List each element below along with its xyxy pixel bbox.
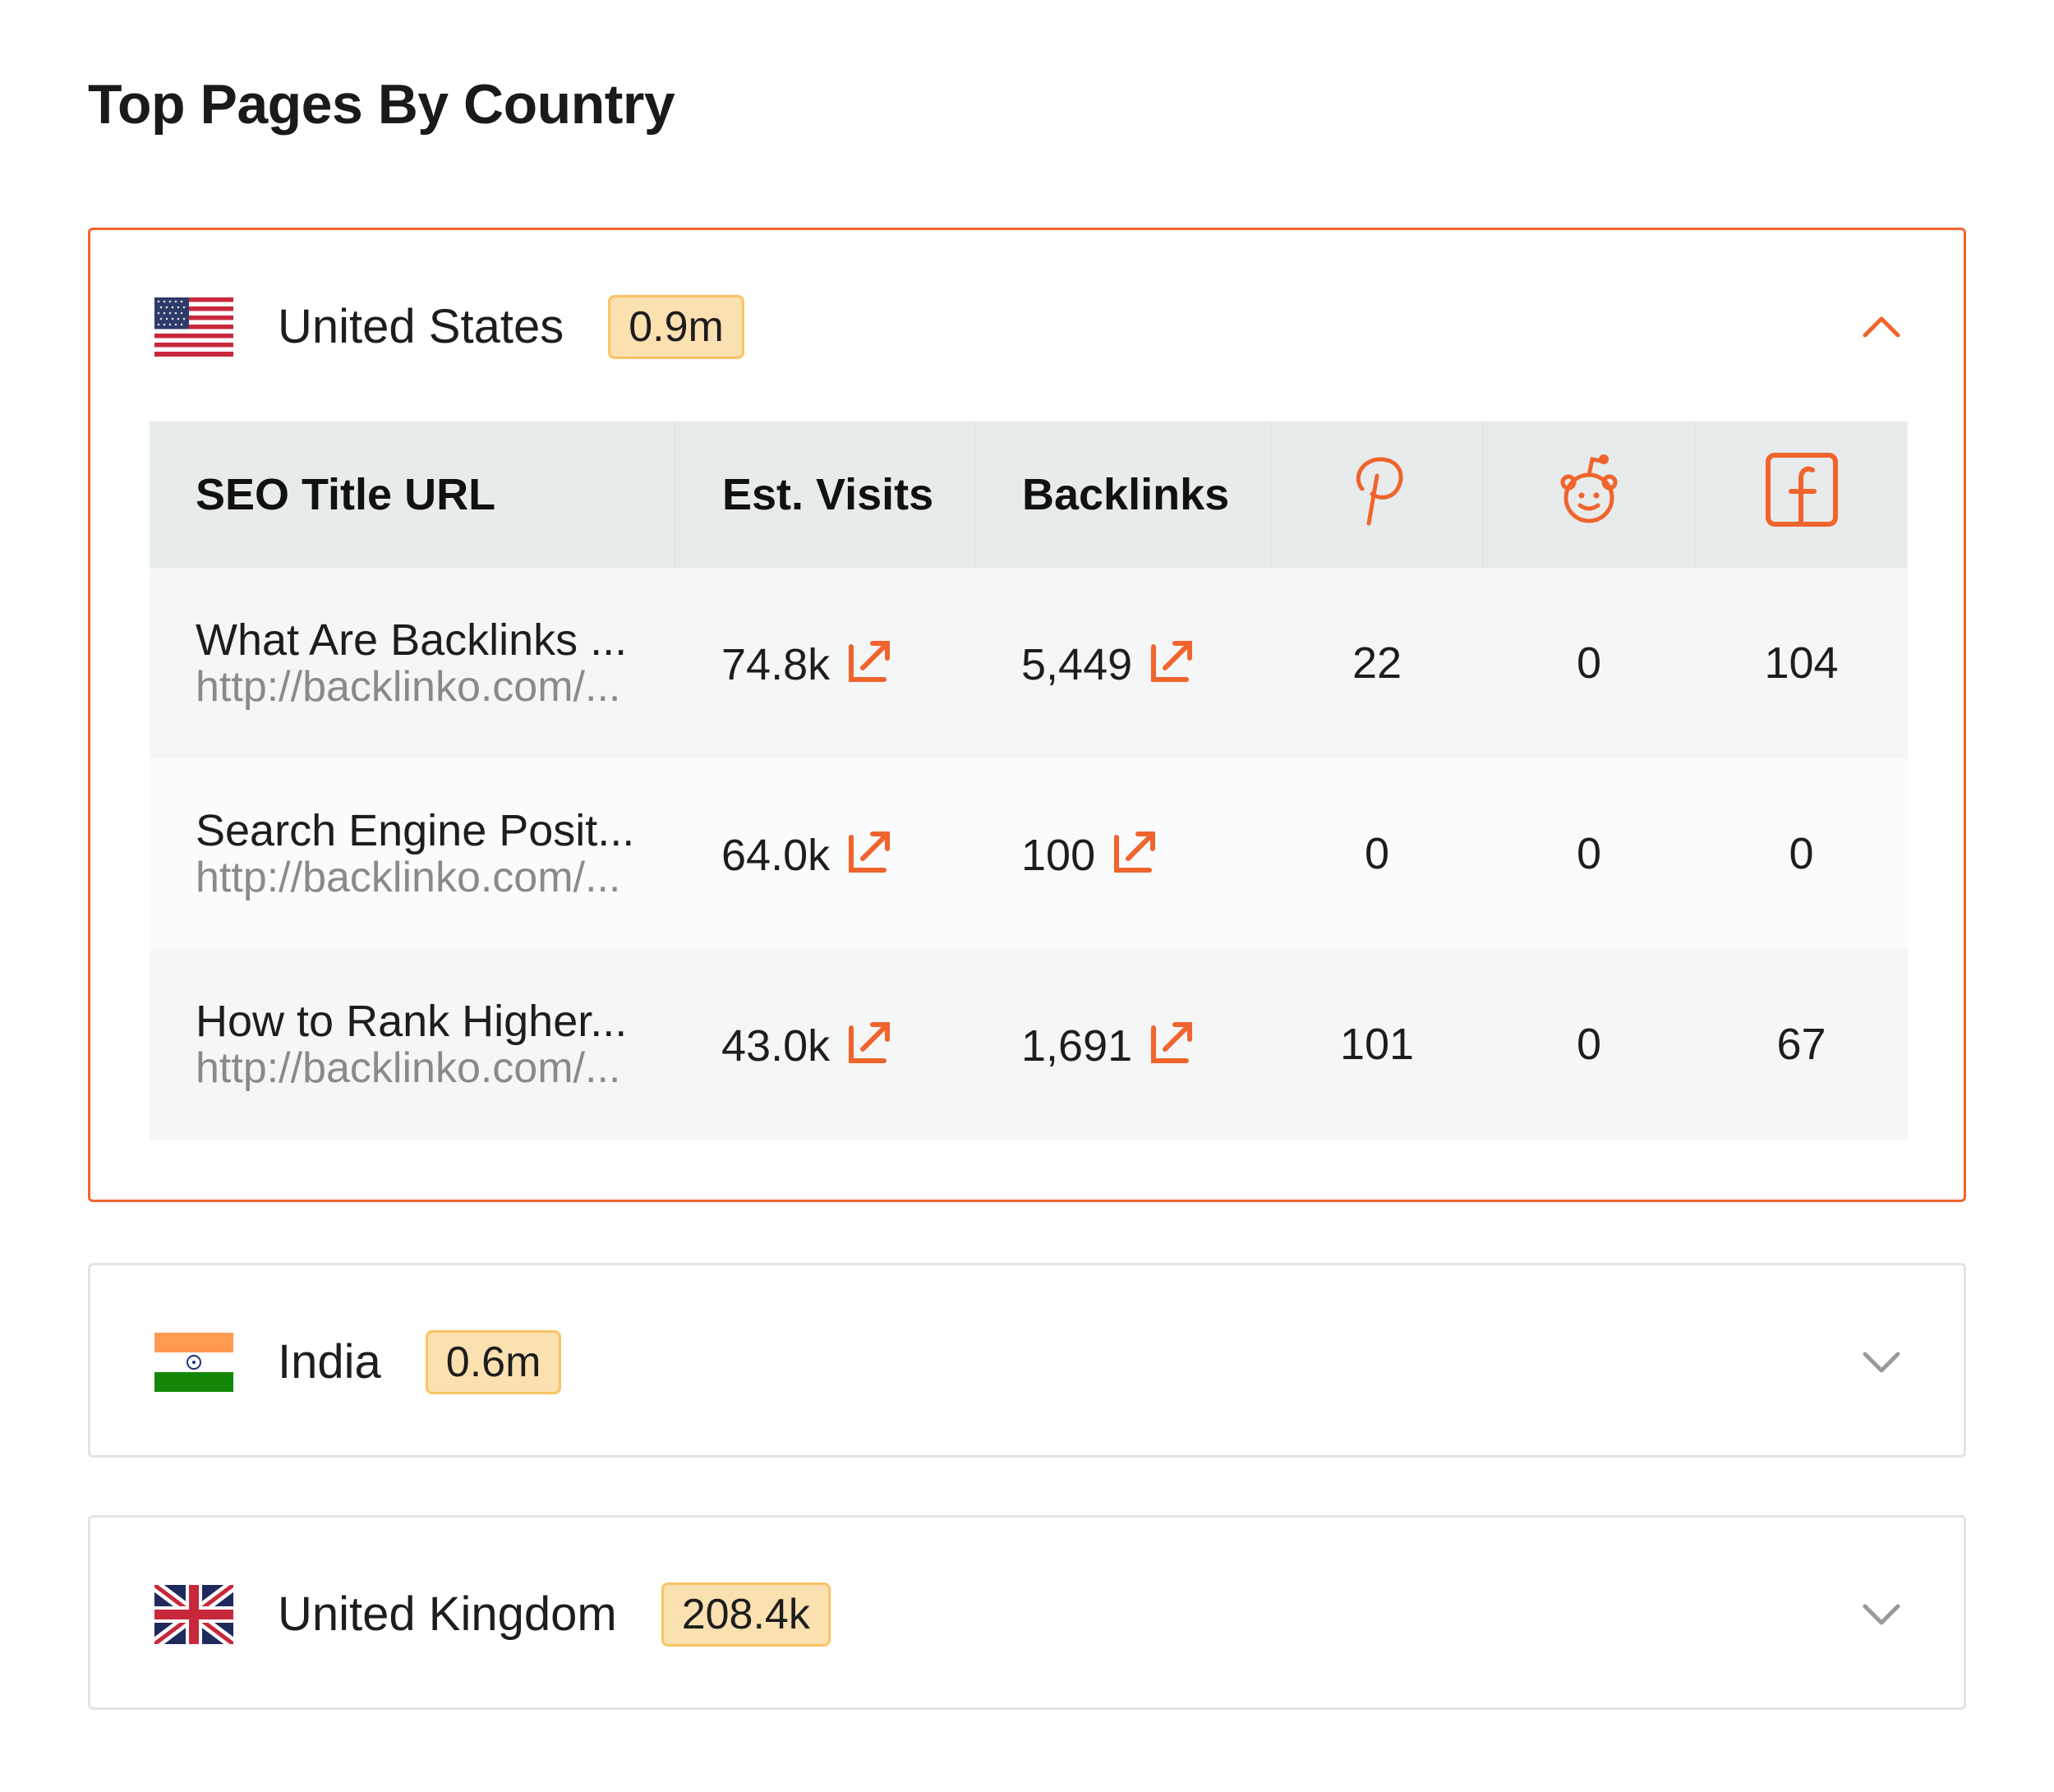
facebook-icon — [1766, 452, 1838, 527]
uk-flag-icon — [154, 1584, 233, 1644]
est-visits-value: 74.8k — [721, 639, 831, 689]
column-header-facebook[interactable] — [1695, 422, 1908, 568]
country-header-united-states[interactable]: United States 0.9m — [90, 230, 1964, 423]
reddit-cell: 0 — [1483, 568, 1695, 758]
backlinks-value: 5,449 — [1021, 639, 1133, 689]
table-row[interactable]: What Are Backlinks ... http://backlinko.… — [150, 568, 1908, 758]
country-name: United Kingdom — [278, 1587, 617, 1641]
backlinks-cell: 5,449 — [975, 568, 1271, 758]
country-header-india[interactable]: India 0.6m — [90, 1265, 1964, 1458]
visits-badge: 0.9m — [608, 294, 744, 359]
top-pages-table: SEO Title URL Est. Visits Backlinks What… — [150, 422, 1908, 1140]
external-link-icon[interactable] — [846, 1018, 894, 1066]
table-row[interactable]: How to Rank Higher... http://backlinko.c… — [150, 949, 1908, 1140]
chevron-up-icon[interactable] — [1857, 302, 1906, 352]
visits-badge: 0.6m — [425, 1329, 562, 1394]
column-header-est-visits[interactable]: Est. Visits — [675, 422, 976, 568]
page-url-text[interactable]: http://backlinko.com/... — [196, 853, 675, 902]
reddit-cell: 0 — [1483, 949, 1695, 1140]
est-visits-cell: 64.0k — [675, 758, 975, 949]
country-card-united-states: United States 0.9m SEO Title URL Est. Vi… — [88, 228, 1966, 1202]
column-header-pinterest[interactable] — [1271, 422, 1484, 568]
title-url-cell[interactable]: How to Rank Higher... http://backlinko.c… — [150, 949, 675, 1140]
external-link-icon[interactable] — [846, 827, 894, 875]
page-title-text[interactable]: Search Engine Posit... — [196, 805, 675, 856]
reddit-icon — [1560, 454, 1618, 523]
country-card-united-kingdom: United Kingdom 208.4k — [88, 1515, 1966, 1710]
pinterest-icon — [1356, 456, 1403, 525]
pinterest-cell: 22 — [1271, 568, 1483, 758]
external-link-icon[interactable] — [1149, 637, 1196, 684]
external-link-icon[interactable] — [1149, 1018, 1196, 1066]
country-name: United States — [278, 300, 564, 353]
page-title: Top Pages By Country — [88, 73, 675, 136]
country-card-india: India 0.6m — [88, 1263, 1966, 1458]
external-link-icon[interactable] — [1112, 827, 1159, 875]
pinterest-cell: 101 — [1271, 949, 1483, 1140]
title-url-cell[interactable]: What Are Backlinks ... http://backlinko.… — [150, 568, 675, 758]
us-flag-icon — [154, 297, 233, 357]
column-header-title-url[interactable]: SEO Title URL — [150, 422, 676, 568]
backlinks-value: 100 — [1021, 830, 1096, 880]
est-visits-cell: 43.0k — [675, 949, 975, 1140]
column-header-backlinks[interactable]: Backlinks — [975, 422, 1272, 568]
table-header-row: SEO Title URL Est. Visits Backlinks — [150, 422, 1908, 568]
reddit-cell: 0 — [1483, 758, 1695, 949]
est-visits-value: 43.0k — [721, 1020, 831, 1071]
page-url-text[interactable]: http://backlinko.com/... — [196, 1043, 675, 1093]
visits-badge: 208.4k — [661, 1582, 831, 1647]
title-url-cell[interactable]: Search Engine Posit... http://backlinko.… — [150, 758, 675, 949]
country-name: India — [278, 1335, 381, 1389]
page-title-text[interactable]: What Are Backlinks ... — [196, 615, 675, 666]
pinterest-cell: 0 — [1271, 758, 1483, 949]
est-visits-value: 64.0k — [721, 830, 831, 880]
chevron-down-icon[interactable] — [1857, 1338, 1906, 1387]
india-flag-icon — [154, 1332, 233, 1392]
facebook-cell: 104 — [1695, 568, 1908, 758]
page-title-text[interactable]: How to Rank Higher... — [196, 996, 675, 1047]
country-header-united-kingdom[interactable]: United Kingdom 208.4k — [90, 1518, 1964, 1711]
page-url-text[interactable]: http://backlinko.com/... — [196, 662, 675, 712]
facebook-cell: 0 — [1695, 758, 1908, 949]
backlinks-value: 1,691 — [1021, 1020, 1133, 1071]
backlinks-cell: 1,691 — [975, 949, 1271, 1140]
column-header-reddit[interactable] — [1483, 422, 1696, 568]
facebook-cell: 67 — [1695, 949, 1908, 1140]
table-row[interactable]: Search Engine Posit... http://backlinko.… — [150, 758, 1908, 949]
chevron-down-icon[interactable] — [1857, 1590, 1906, 1639]
backlinks-cell: 100 — [975, 758, 1271, 949]
external-link-icon[interactable] — [846, 637, 894, 684]
est-visits-cell: 74.8k — [675, 568, 975, 758]
